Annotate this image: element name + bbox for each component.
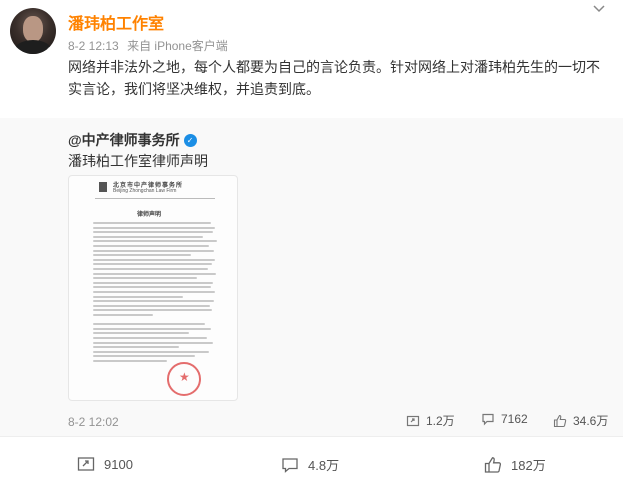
document-text-line [93,258,215,261]
like-button[interactable]: 182万 [484,455,546,474]
document-text-line [93,281,213,284]
comment-icon [282,457,298,473]
document-text-line [93,249,214,252]
document-text-line [93,235,203,238]
statement-document-image[interactable]: 北京市中产律师事务所 Beijing Zhongchan Law Firm 律师… [68,175,238,401]
chevron-down-icon[interactable] [592,2,606,16]
document-text-line [93,222,211,224]
document-text-line [93,268,208,270]
repost-comment-count: 7162 [501,412,528,426]
repost-like-count: 34.6万 [573,414,609,428]
avatar-face [23,16,43,42]
repost-share-count: 1.2万 [426,414,455,428]
document-text-line [93,254,191,257]
document-text-line [93,272,216,275]
comment-count: 4.8万 [308,458,340,473]
post-time[interactable]: 8-2 12:13 [68,39,119,53]
document-text-line [93,291,215,293]
document-text-line [93,226,215,229]
verified-badge-icon: V [46,46,56,54]
document-text-line [93,355,195,358]
like-count: 182万 [511,458,546,473]
document-text-line [93,245,209,247]
document-text-line [93,314,153,316]
document-text-line [93,309,212,312]
document-text-line [93,240,217,243]
document-text-line [93,346,179,349]
share-icon [77,457,95,471]
avatar[interactable]: V [10,8,56,54]
document-text-line [93,277,197,280]
document-text-line [93,360,167,362]
post-source: 来自 iPhone客户端 [127,39,228,53]
repost-author-row: @中产律师事务所 ✓ [68,130,197,150]
share-icon [406,415,420,426]
blue-v-icon: ✓ [183,133,197,147]
repost-count: 9100 [104,456,133,472]
post-meta: 8-2 12:13 来自 iPhone客户端 [68,37,233,54]
document-text-line [93,263,212,266]
document-text-line [93,323,205,326]
document-text-line [93,231,213,234]
firm-logo-icon [99,182,107,192]
document-text-line [93,300,214,303]
document-firm-name-en: Beijing Zhongchan Law Firm [113,188,177,194]
comment-icon [482,413,494,426]
actions-divider [0,436,623,437]
document-text-line [93,332,189,335]
repost-text: 潘玮柏工作室律师声明 [68,153,208,169]
repost-button[interactable]: 9100 [77,455,133,473]
post-author[interactable]: 潘玮柏工作室 [68,10,164,34]
repost-author[interactable]: @中产律师事务所 [68,130,180,150]
document-text-line [93,341,213,344]
thumbs-up-icon [484,456,502,473]
repost-comment-stat[interactable]: 7162 [481,412,528,426]
document-text-line [93,295,183,298]
document-text-line [93,286,211,289]
official-seal-icon [167,362,201,396]
document-text-line [93,337,207,339]
post-text: 网络并非法外之地，每个人都要为自己的言论负责。针对网络上对潘玮柏先生的一切不实言… [68,59,600,97]
document-title: 律师声明 [137,212,162,218]
document-text-line [93,327,211,330]
repost-time[interactable]: 8-2 12:02 [68,415,119,429]
document-divider [95,198,215,199]
comment-button[interactable]: 4.8万 [281,455,339,474]
document-text-line [93,350,209,353]
thumbs-up-icon [553,414,567,427]
repost-card[interactable]: @中产律师事务所 ✓ 潘玮柏工作室律师声明 北京市中产律师事务所 Beijing… [0,118,623,436]
repost-like-stat[interactable]: 34.6万 [553,412,608,429]
repost-share-stat[interactable]: 1.2万 [406,412,455,429]
document-text-line [93,304,210,307]
